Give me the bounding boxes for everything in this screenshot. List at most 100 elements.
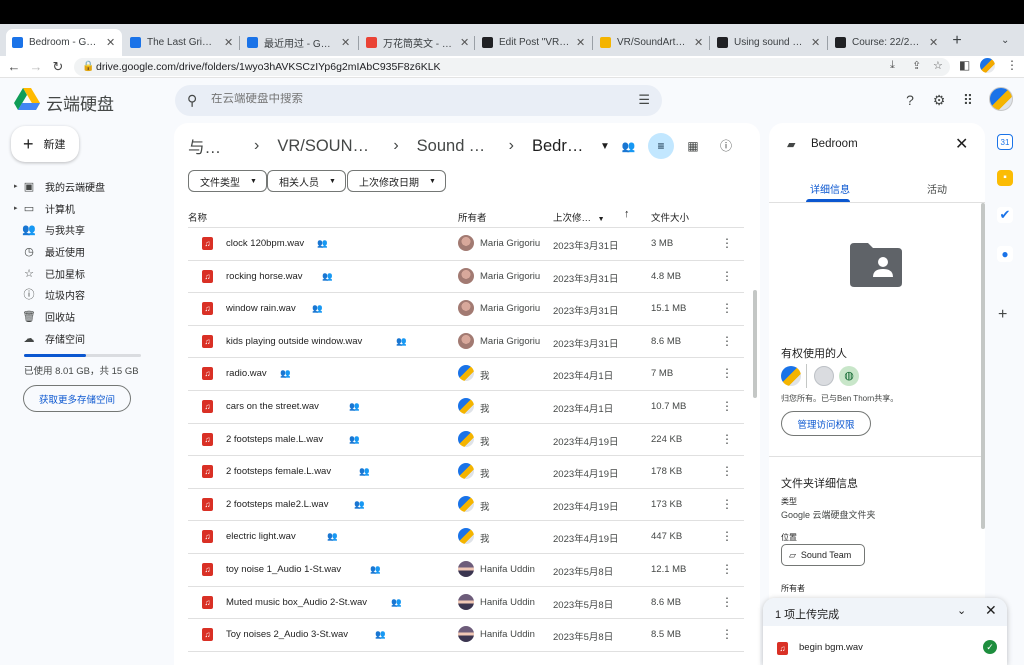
more-actions-icon[interactable]: ⋮ xyxy=(721,236,733,250)
close-icon[interactable]: ✕ xyxy=(106,36,116,49)
details-scrollbar[interactable] xyxy=(981,203,985,529)
file-name[interactable]: Toy noises 2_Audio 3-St.wav xyxy=(226,629,348,640)
breadcrumb-item[interactable]: VR/SOUND … xyxy=(277,137,375,156)
more-actions-icon[interactable]: ⋮ xyxy=(721,366,733,380)
location-chip[interactable]: ▱ Sound Team xyxy=(781,544,865,566)
search-options-icon[interactable]: ☰ xyxy=(638,92,650,108)
back-icon[interactable]: ← xyxy=(6,59,22,75)
table-row[interactable]: ♫ kids playing outside window.wav 👥 Maria G… xyxy=(188,326,744,359)
close-icon[interactable]: ✕ xyxy=(224,36,234,49)
sidebar-item-recent[interactable]: ◷ 最近使用 xyxy=(14,241,85,261)
browser-menu-icon[interactable]: ⋮ xyxy=(1006,58,1018,72)
file-name[interactable]: electric light.wav xyxy=(226,531,296,542)
file-name[interactable]: 2 footsteps male2.L.wav xyxy=(226,499,328,510)
tab-details[interactable]: 详细信息 xyxy=(810,181,850,196)
help-icon[interactable]: ? xyxy=(901,91,919,109)
keep-icon[interactable]: ▪ xyxy=(997,170,1013,186)
close-icon[interactable]: ✕ xyxy=(811,36,821,49)
browser-tab[interactable]: Bedroom - Google ✕ xyxy=(6,29,122,56)
file-name[interactable]: toy noise 1_Audio 1-St.wav xyxy=(226,564,341,575)
more-actions-icon[interactable]: ⋮ xyxy=(721,464,733,478)
chevron-down-icon[interactable]: ⌄ xyxy=(957,604,966,617)
more-actions-icon[interactable]: ⋮ xyxy=(721,529,733,543)
avatar[interactable] xyxy=(814,366,834,386)
browser-tab[interactable]: 最近用过 - Google ✕ xyxy=(241,29,357,56)
install-app-icon[interactable]: ⤓ xyxy=(890,59,895,72)
file-name[interactable]: rocking horse.wav xyxy=(226,271,303,282)
breadcrumb-item[interactable]: 与我… xyxy=(188,134,236,158)
more-actions-icon[interactable]: ⋮ xyxy=(721,432,733,446)
table-row[interactable]: ♫ Toy noises 2_Audio 3-St.wav 👥 Hanifa Uddi… xyxy=(188,619,744,652)
tab-search-icon[interactable]: ⌄ xyxy=(1001,35,1009,46)
sidebar-item-shared[interactable]: 👥 与我共享 xyxy=(14,219,85,239)
more-actions-icon[interactable]: ⋮ xyxy=(721,562,733,576)
file-name[interactable]: 2 footsteps female.L.wav xyxy=(226,466,331,477)
breadcrumb-current[interactable]: Bedro… xyxy=(532,137,592,156)
bookmark-star-icon[interactable]: ☆ xyxy=(933,59,943,72)
search-icon[interactable]: ⚲ xyxy=(187,92,197,109)
file-name[interactable]: Muted music box_Audio 2-St.wav xyxy=(226,597,367,608)
filter-list-icon[interactable]: ≡ xyxy=(648,133,674,159)
more-actions-icon[interactable]: ⋮ xyxy=(721,301,733,315)
close-icon[interactable]: ✕ xyxy=(929,36,939,49)
grid-view-icon[interactable]: ▦ xyxy=(680,133,706,159)
browser-tab[interactable]: Course: 22/23 Coll ✕ xyxy=(829,29,945,56)
caret-right-icon[interactable]: ▸ xyxy=(14,182,22,190)
folder-menu-caret-icon[interactable]: ▼ xyxy=(600,141,610,152)
close-icon[interactable]: ✕ xyxy=(460,36,470,49)
more-actions-icon[interactable]: ⋮ xyxy=(721,334,733,348)
avatar[interactable] xyxy=(781,366,801,386)
search-input[interactable] xyxy=(211,93,591,105)
apps-grid-icon[interactable]: ⠿ xyxy=(959,91,977,109)
add-app-icon[interactable]: + xyxy=(998,306,1007,324)
table-row[interactable]: ♫ cars on the street.wav 👥 我 2023年4月1日 10.7 M… xyxy=(188,391,744,424)
sidebar-item-trash[interactable]: 🗑 回收站 xyxy=(14,306,75,326)
close-icon[interactable]: ✕ xyxy=(694,36,704,49)
filter-chip-people[interactable]: 相关人员 ▼ xyxy=(267,170,346,192)
caret-right-icon[interactable]: ▸ xyxy=(14,204,22,212)
file-name[interactable]: 2 footsteps male.L.wav xyxy=(226,434,323,445)
info-icon[interactable]: ⓘ xyxy=(713,133,739,159)
uploaded-file-name[interactable]: begin bgm.wav xyxy=(799,642,863,653)
reload-icon[interactable]: ↻ xyxy=(50,59,66,75)
sidebar-item-cloud[interactable]: ☁ 存储空间 xyxy=(14,328,86,348)
tasks-icon[interactable]: ✔ xyxy=(997,207,1013,223)
table-row[interactable]: ♫ rocking horse.wav 👥 Maria Grigoriu 2023年3月… xyxy=(188,261,744,294)
browser-tab[interactable]: The Last Grimm Tal ✕ xyxy=(124,29,240,56)
sidebar-item-spam[interactable]: ⓘ 垃圾内容 xyxy=(14,284,86,304)
browser-tab[interactable]: Edit Post "VR12--W ✕ xyxy=(476,29,592,56)
new-button[interactable]: + 新建 xyxy=(11,126,79,162)
table-row[interactable]: ♫ toy noise 1_Audio 1-St.wav 👥 Hanifa Uddin… xyxy=(188,554,744,587)
table-row[interactable]: ♫ 2 footsteps male2.L.wav 👥 我 2023年4月19日 173 … xyxy=(188,489,744,522)
new-tab-button[interactable]: + xyxy=(949,33,965,49)
settings-gear-icon[interactable]: ⚙ xyxy=(930,91,948,109)
column-header-name[interactable]: 名称 xyxy=(188,210,207,224)
more-actions-icon[interactable]: ⋮ xyxy=(721,269,733,283)
close-icon[interactable]: ✕ xyxy=(955,134,968,154)
forward-icon[interactable]: → xyxy=(28,59,44,75)
file-name[interactable]: cars on the street.wav xyxy=(226,401,319,412)
table-row[interactable]: ♫ electric light.wav 👥 我 2023年4月19日 447 KB ⋮ xyxy=(188,521,744,554)
table-row[interactable]: ♫ 2 footsteps male.L.wav 👥 我 2023年4月19日 224 K… xyxy=(188,424,744,457)
sort-arrow-up-icon[interactable]: ↑ xyxy=(624,208,630,220)
more-actions-icon[interactable]: ⋮ xyxy=(721,627,733,641)
file-name[interactable]: kids playing outside window.wav xyxy=(226,336,362,347)
tab-activity[interactable]: 活动 xyxy=(927,181,947,196)
file-name[interactable]: clock 120bpm.wav xyxy=(226,238,304,249)
file-name[interactable]: radio.wav xyxy=(226,368,267,379)
get-more-storage-button[interactable]: 获取更多存储空间 xyxy=(23,385,131,412)
filter-chip-type[interactable]: 文件类型 ▼ xyxy=(188,170,267,192)
account-avatar[interactable] xyxy=(989,87,1013,111)
table-row[interactable]: ♫ radio.wav 👥 我 2023年4月1日 7 MB ⋮ xyxy=(188,358,744,391)
more-actions-icon[interactable]: ⋮ xyxy=(721,399,733,413)
column-header-owner[interactable]: 所有者 xyxy=(458,210,487,224)
share-icon[interactable]: ⇪ xyxy=(912,59,921,72)
sidebar-item-drive[interactable]: ▸ ▣ 我的云端硬盘 xyxy=(14,176,105,196)
table-row[interactable]: ♫ 2 footsteps female.L.wav 👥 我 2023年4月19日 178… xyxy=(188,456,744,489)
manage-access-button[interactable]: 管理访问权限 xyxy=(781,411,871,436)
contacts-icon[interactable]: ● xyxy=(997,246,1013,262)
browser-tab[interactable]: VR/SoundArt, Onli ✕ xyxy=(594,29,710,56)
more-actions-icon[interactable]: ⋮ xyxy=(721,497,733,511)
browser-tab[interactable]: Using sound desig ✕ xyxy=(711,29,827,56)
table-row[interactable]: ♫ clock 120bpm.wav 👥 Maria Grigoriu 2023年3月3… xyxy=(188,228,744,261)
